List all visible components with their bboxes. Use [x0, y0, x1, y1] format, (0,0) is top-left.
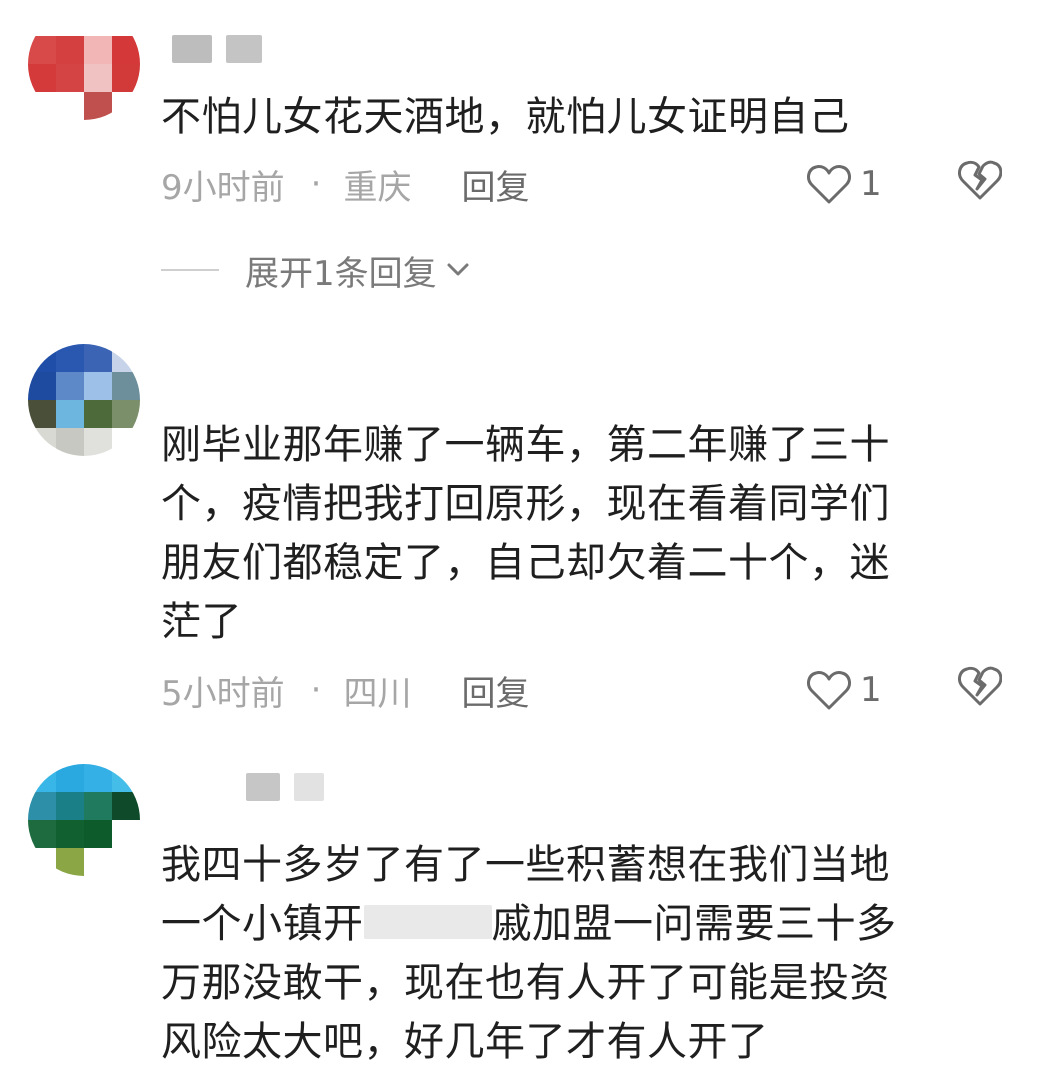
comment-line: 一个小镇开 戚加盟一问需要三十多	[161, 895, 979, 954]
comment-meta: 5小时前 · 四川 回复 1	[161, 666, 1019, 715]
comment-location: 重庆	[343, 167, 412, 208]
comment-line: 万那没敢干，现在也有人开了可能是投资	[161, 960, 890, 1006]
comment-meta: 9小时前 · 重庆 回复 1	[161, 160, 1019, 209]
expand-replies-label: 展开1条回复	[245, 253, 437, 294]
comment-time: 9小时前	[161, 167, 285, 208]
comment-line: 茫了	[161, 599, 242, 645]
comment-line: 风险太大吧，好几年了才有人开了	[161, 1019, 769, 1065]
divider-line	[161, 269, 219, 271]
chevron-down-icon	[447, 263, 469, 276]
comment-text: 我四十多岁了有了一些积蓄想在我们当地 一个小镇开 戚加盟一问需要三十多 万那没敢干…	[161, 836, 979, 1072]
comment-fragment: 戚加盟一问需要三十多	[491, 901, 897, 947]
heart-outline-icon	[807, 165, 851, 204]
like-count: 1	[860, 164, 882, 204]
avatar[interactable]	[28, 8, 140, 120]
like-count: 1	[860, 670, 882, 710]
comment-text: 不怕儿女花天酒地，就怕儿女证明自己	[161, 94, 850, 140]
heart-outline-icon	[807, 671, 851, 710]
comment-fragment: 一个小镇开	[161, 901, 364, 947]
dislike-button[interactable]	[958, 159, 1003, 210]
broken-heart-icon	[958, 160, 1003, 199]
dislike-button[interactable]	[958, 665, 1003, 716]
comment-line: 我四十多岁了有了一些积蓄想在我们当地	[161, 842, 890, 888]
comment-time: 5小时前	[161, 673, 285, 714]
avatar[interactable]	[28, 764, 140, 876]
avatar[interactable]	[28, 344, 140, 456]
like-button[interactable]: 1	[806, 163, 882, 205]
comment-line: 朋友们都稳定了，自己却欠着二十个，迷	[161, 540, 890, 586]
reply-button[interactable]: 回复	[461, 160, 529, 209]
broken-heart-icon	[958, 666, 1003, 705]
expand-replies[interactable]: 展开1条回复	[161, 248, 471, 294]
separator-dot: ·	[310, 164, 322, 204]
comment-line: 个，疫情把我打回原形，现在看着同学们	[161, 481, 890, 527]
username-redacted[interactable]	[172, 34, 262, 64]
username-redacted[interactable]	[172, 772, 324, 802]
redacted-text	[363, 905, 492, 939]
reply-button[interactable]: 回复	[461, 666, 529, 715]
comment-location: 四川	[343, 673, 412, 714]
like-button[interactable]: 1	[806, 669, 882, 711]
separator-dot: ·	[310, 670, 322, 710]
comment-text: 刚毕业那年赚了一辆车，第二年赚了三十 个，疫情把我打回原形，现在看着同学们 朋友…	[161, 416, 979, 652]
comment-line: 刚毕业那年赚了一辆车，第二年赚了三十	[161, 422, 890, 468]
